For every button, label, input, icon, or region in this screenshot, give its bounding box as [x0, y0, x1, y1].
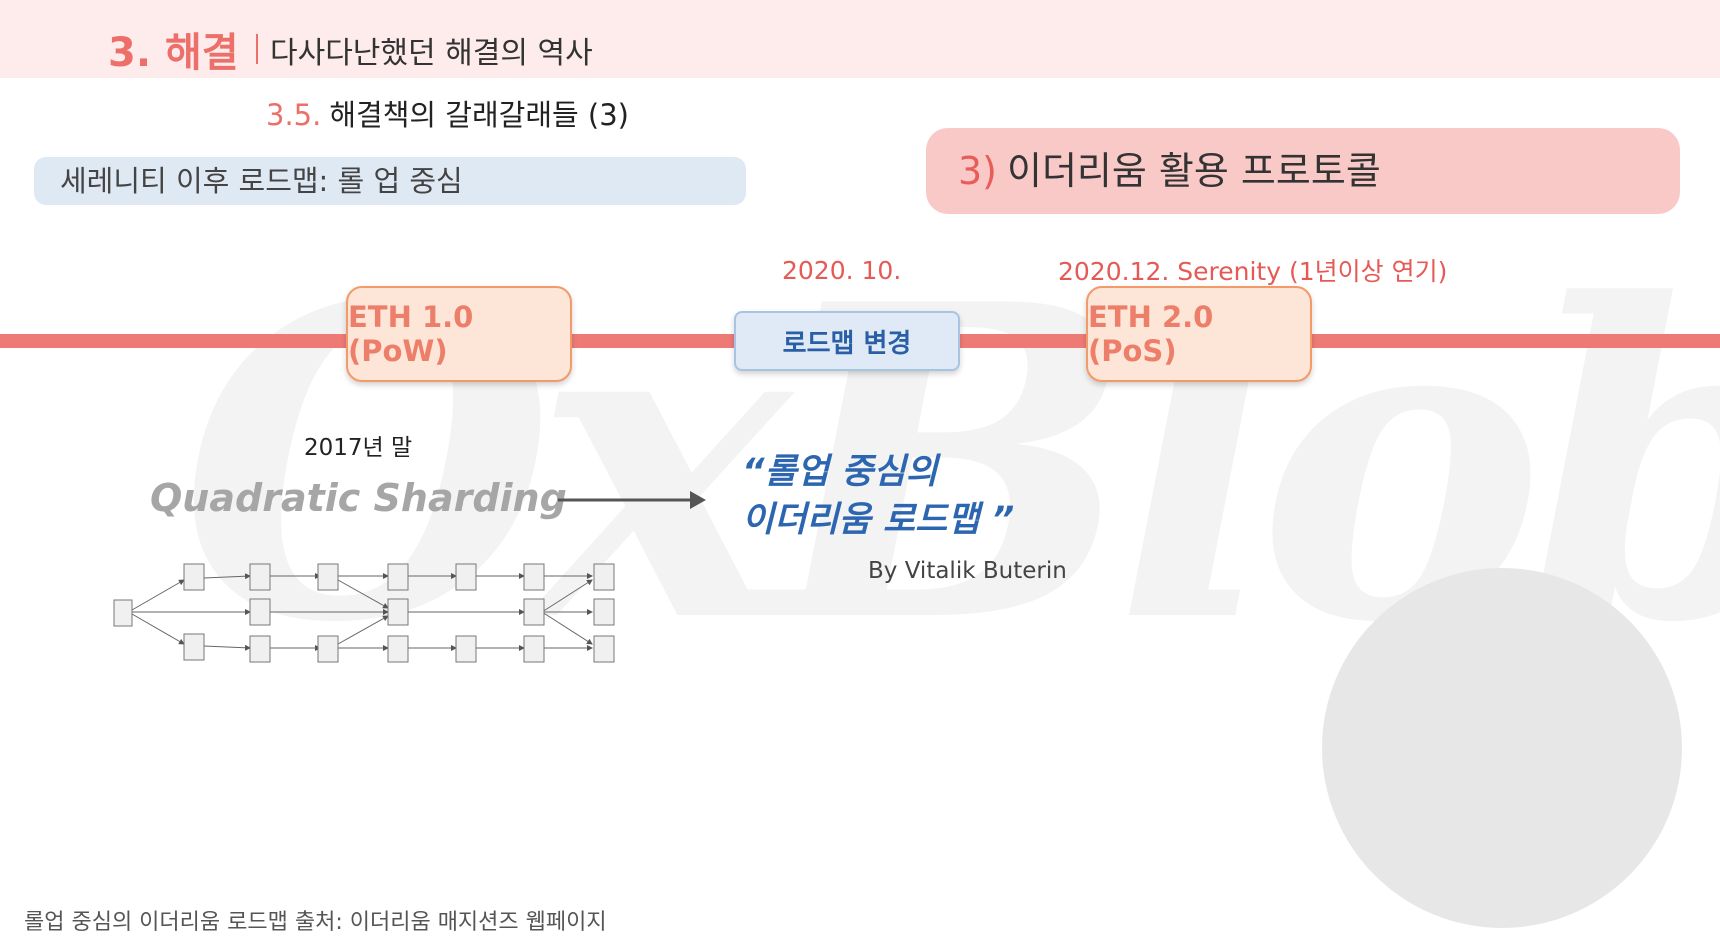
decorative-circle — [1322, 568, 1682, 928]
eth2-box: ETH 2.0 (PoS) — [1086, 286, 1312, 382]
year-label: 2017년 말 — [304, 435, 413, 461]
sharding-diagram — [113, 563, 615, 663]
date-roadmap-change: 2020. 10. — [782, 256, 902, 285]
eth1-box: ETH 1.0 (PoW) — [346, 286, 572, 382]
quote-line-1: “롤업 중심의 — [742, 452, 938, 492]
protocol-heading: 3) 이더리움 활용 프로토콜 — [926, 128, 1680, 214]
header-divider — [256, 34, 258, 64]
subsection-text: 해결책의 갈래갈래들 (3) — [329, 98, 629, 132]
roadmap-change-box: 로드맵 변경 — [734, 311, 960, 371]
subsection-title: 3.5. 해결책의 갈래갈래들 (3) — [266, 92, 629, 134]
header-band — [0, 0, 1720, 78]
sharding-title: Quadratic Sharding — [150, 476, 567, 520]
protocol-title: 이더리움 활용 프로토콜 — [1007, 149, 1381, 193]
right-arrow-icon — [558, 491, 706, 509]
section-number: 3. 해결 — [108, 30, 239, 76]
source-caption: 롤업 중심의 이더리움 로드맵 출처: 이더리움 매지션즈 웹페이지 — [24, 910, 607, 935]
date-serenity: 2020.12. Serenity (1년이상 연기) — [1058, 257, 1448, 286]
roadmap-label: 세레니티 이후 로드맵: 롤 업 중심 — [34, 157, 746, 205]
subsection-number: 3.5. — [266, 98, 322, 132]
roadmap-quote: “롤업 중심의 이더리움 로드맵 ” — [742, 448, 1014, 544]
header-subtitle: 다사다난했던 해결의 역사 — [270, 36, 593, 71]
protocol-number: 3) — [958, 149, 998, 193]
quote-author: By Vitalik Buterin — [868, 558, 1067, 584]
quote-line-2: 이더리움 로드맵 ” — [742, 500, 1015, 540]
